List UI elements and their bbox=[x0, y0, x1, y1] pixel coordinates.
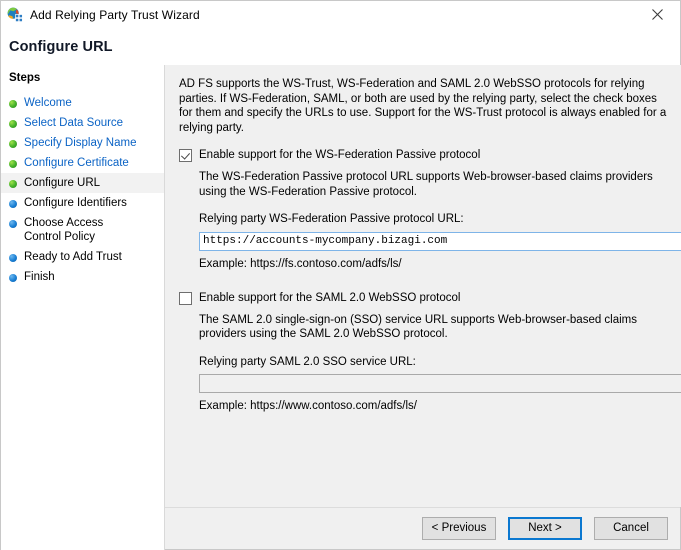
dialog-footer: < Previous Next > Cancel bbox=[1, 507, 680, 550]
step-status-dot-icon bbox=[9, 220, 17, 228]
ws-federation-description: The WS-Federation Passive protocol URL s… bbox=[199, 171, 653, 198]
step-label: Select Data Source bbox=[24, 117, 124, 129]
ws-federation-example-text: Example: https://fs.contoso.com/adfs/ls/ bbox=[199, 257, 402, 270]
step-status-dot-icon bbox=[9, 254, 17, 262]
dialog-body: Steps Welcome Select Data Source Specify… bbox=[1, 65, 681, 507]
sidebar-item-configure-url[interactable]: Configure URL bbox=[1, 173, 164, 193]
saml-checkbox-label: Enable support for the SAML 2.0 WebSSO p… bbox=[199, 291, 461, 304]
step-status-dot-icon bbox=[9, 274, 17, 282]
sidebar-item-welcome[interactable]: Welcome bbox=[1, 93, 164, 113]
step-status-dot-icon bbox=[9, 180, 17, 188]
saml-checkbox-row[interactable]: Enable support for the SAML 2.0 WebSSO p… bbox=[179, 291, 681, 305]
step-status-dot-icon bbox=[9, 160, 17, 168]
sidebar-item-configure-certificate[interactable]: Configure Certificate bbox=[1, 153, 164, 173]
sidebar-item-finish[interactable]: Finish bbox=[1, 267, 164, 287]
wizard-dialog: Add Relying Party Trust Wizard Configure… bbox=[0, 0, 681, 550]
close-button[interactable] bbox=[635, 1, 680, 28]
intro-text: AD FS supports the WS-Trust, WS-Federati… bbox=[179, 78, 667, 134]
saml-url-label: Relying party SAML 2.0 SSO service URL: bbox=[199, 355, 416, 368]
cancel-button[interactable]: Cancel bbox=[594, 517, 668, 540]
step-label: Finish bbox=[24, 271, 55, 283]
steps-heading: Steps bbox=[9, 72, 41, 84]
ws-federation-checkbox-row[interactable]: Enable support for the WS-Federation Pas… bbox=[179, 149, 681, 162]
sidebar-item-choose-access-control-policy[interactable]: Choose Access Control Policy bbox=[1, 213, 164, 247]
steps-sidebar: Steps Welcome Select Data Source Specify… bbox=[1, 65, 165, 507]
sidebar-item-configure-identifiers[interactable]: Configure Identifiers bbox=[1, 193, 164, 213]
step-label: Configure Identifiers bbox=[24, 197, 127, 209]
ws-federation-url-input[interactable] bbox=[199, 231, 681, 251]
step-label: Welcome bbox=[24, 97, 72, 109]
step-status-dot-icon bbox=[9, 140, 17, 148]
close-icon bbox=[652, 9, 663, 20]
main-content: AD FS supports the WS-Trust, WS-Federati… bbox=[165, 65, 681, 507]
step-label: Configure Certificate bbox=[24, 157, 129, 169]
next-button[interactable]: Next > bbox=[508, 517, 582, 540]
window-title: Add Relying Party Trust Wizard bbox=[30, 8, 200, 22]
sidebar-item-ready-to-add-trust[interactable]: Ready to Add Trust bbox=[1, 247, 164, 267]
saml-description: The SAML 2.0 single-sign-on (SSO) servic… bbox=[199, 313, 638, 341]
adfs-globe-icon bbox=[7, 7, 23, 23]
ws-federation-checkbox-label: Enable support for the WS-Federation Pas… bbox=[199, 149, 481, 161]
title-bar: Add Relying Party Trust Wizard bbox=[1, 1, 680, 29]
ws-federation-section: The WS-Federation Passive protocol URL s… bbox=[179, 170, 681, 270]
page-header: Configure URL bbox=[1, 29, 680, 65]
saml-checkbox[interactable] bbox=[179, 291, 192, 305]
sidebar-item-specify-display-name[interactable]: Specify Display Name bbox=[1, 133, 164, 153]
ws-federation-checkbox[interactable] bbox=[179, 149, 192, 162]
step-label: Specify Display Name bbox=[24, 137, 137, 149]
page-title: Configure URL bbox=[9, 39, 113, 55]
saml-url-input[interactable] bbox=[199, 374, 681, 393]
step-status-dot-icon bbox=[9, 100, 17, 108]
step-status-dot-icon bbox=[9, 120, 17, 128]
saml-section: The SAML 2.0 single-sign-on (SSO) servic… bbox=[179, 313, 681, 412]
step-status-dot-icon bbox=[9, 200, 17, 208]
step-label: Configure URL bbox=[24, 177, 101, 189]
step-label: Choose Access Control Policy bbox=[24, 217, 104, 243]
step-label: Ready to Add Trust bbox=[24, 251, 122, 263]
ws-federation-url-label: Relying party WS-Federation Passive prot… bbox=[199, 213, 464, 225]
previous-button[interactable]: < Previous bbox=[422, 517, 496, 540]
saml-example-text: Example: https://www.contoso.com/adfs/ls… bbox=[199, 400, 417, 412]
sidebar-item-select-data-source[interactable]: Select Data Source bbox=[1, 113, 164, 133]
